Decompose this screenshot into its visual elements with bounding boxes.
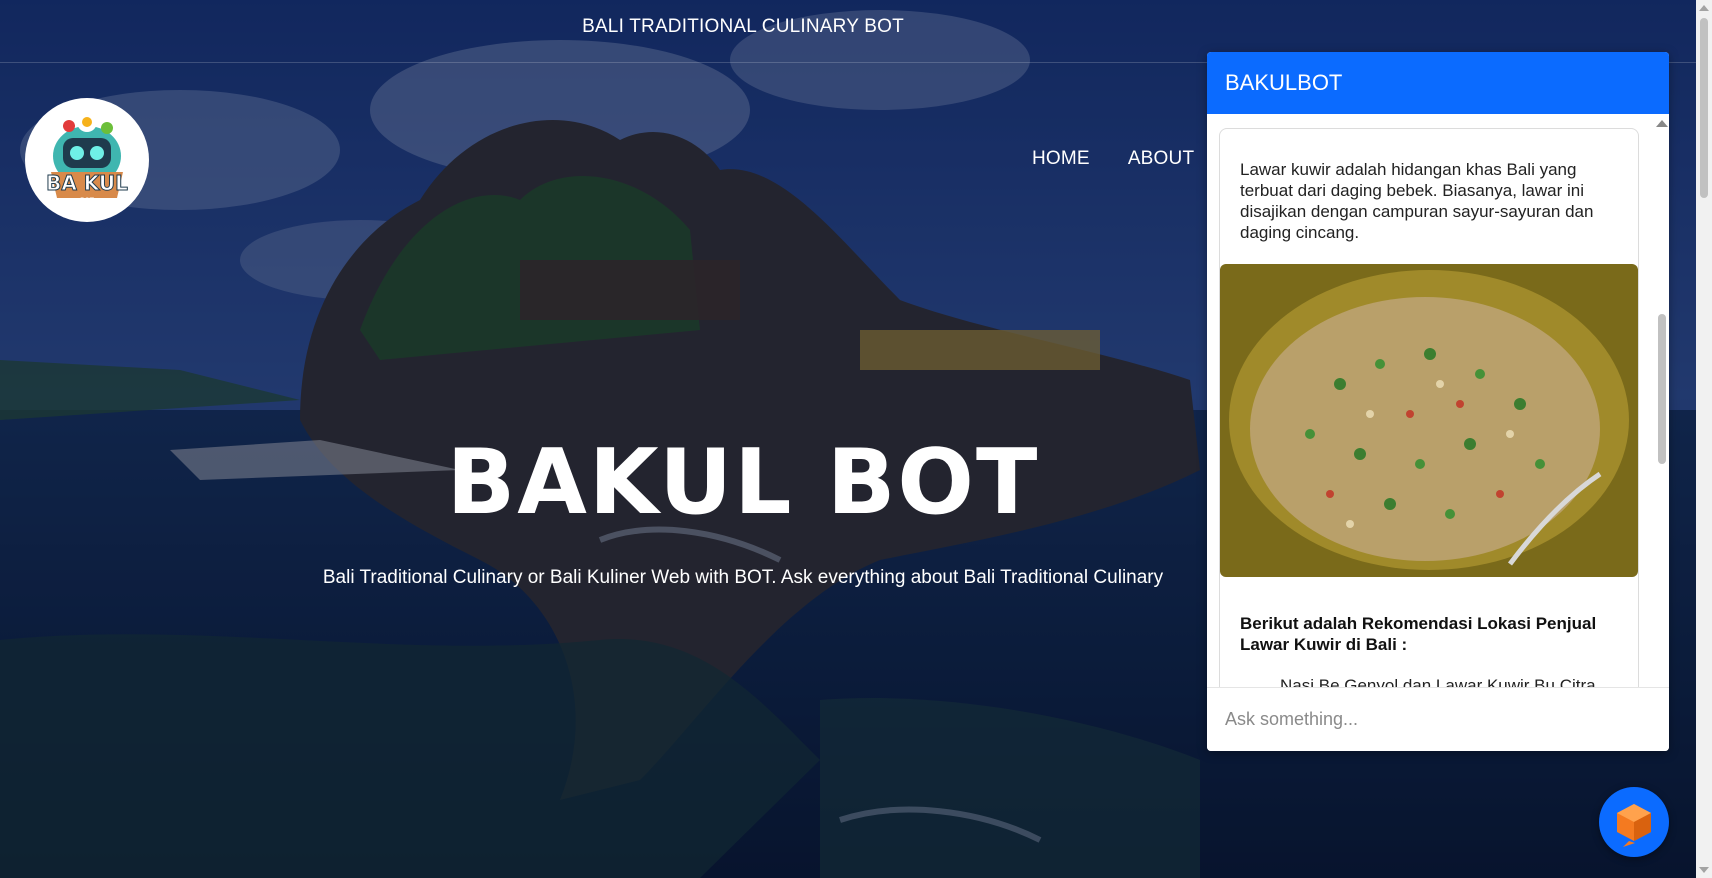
main-nav: HOME ABOUT bbox=[1032, 148, 1194, 170]
chat-input-area bbox=[1207, 687, 1669, 751]
hero-subtitle: Bali Traditional Culinary or Bali Kuline… bbox=[322, 567, 1164, 588]
robot-logo-icon: BA KUL BOT bbox=[46, 112, 129, 204]
site-title: BALI TRADITIONAL CULINARY BOT bbox=[582, 16, 904, 37]
bot-message-text: Lawar kuwir adalah hidangan khas Bali ya… bbox=[1240, 160, 1594, 242]
chat-launcher-button[interactable] bbox=[1599, 787, 1669, 857]
lawar-kuwir-image bbox=[1220, 264, 1638, 577]
page-scroll-thumb[interactable] bbox=[1700, 18, 1708, 198]
scroll-up-arrow-icon[interactable] bbox=[1656, 120, 1668, 127]
page-scrollbar[interactable] bbox=[1696, 0, 1712, 878]
cube-icon bbox=[1617, 804, 1651, 847]
chat-scroll-thumb[interactable] bbox=[1658, 314, 1666, 464]
bot-message-card: Lawar kuwir adalah hidangan khas Bali ya… bbox=[1219, 128, 1639, 740]
recommendation-title: Berikut adalah Rekomendasi Lokasi Penjua… bbox=[1240, 614, 1597, 654]
nav-home[interactable]: HOME bbox=[1032, 148, 1090, 170]
chat-input[interactable] bbox=[1223, 702, 1647, 736]
food-photo bbox=[1220, 264, 1638, 577]
bakul-bot-logo[interactable]: BA KUL BOT bbox=[25, 98, 149, 222]
page-scroll-up-icon[interactable] bbox=[1699, 5, 1709, 11]
nav-about[interactable]: ABOUT bbox=[1128, 148, 1194, 170]
chat-messages[interactable]: Lawar kuwir adalah hidangan khas Bali ya… bbox=[1207, 114, 1669, 740]
svg-text:BA KUL: BA KUL bbox=[46, 171, 128, 195]
svg-text:BOT: BOT bbox=[80, 197, 95, 204]
chat-header: BAKULBOT bbox=[1207, 52, 1669, 114]
chat-scrollbar[interactable] bbox=[1654, 114, 1669, 740]
page-scroll-down-icon[interactable] bbox=[1699, 867, 1709, 873]
chat-widget: BAKULBOT Lawar kuwir adalah hidangan kha… bbox=[1207, 52, 1669, 751]
